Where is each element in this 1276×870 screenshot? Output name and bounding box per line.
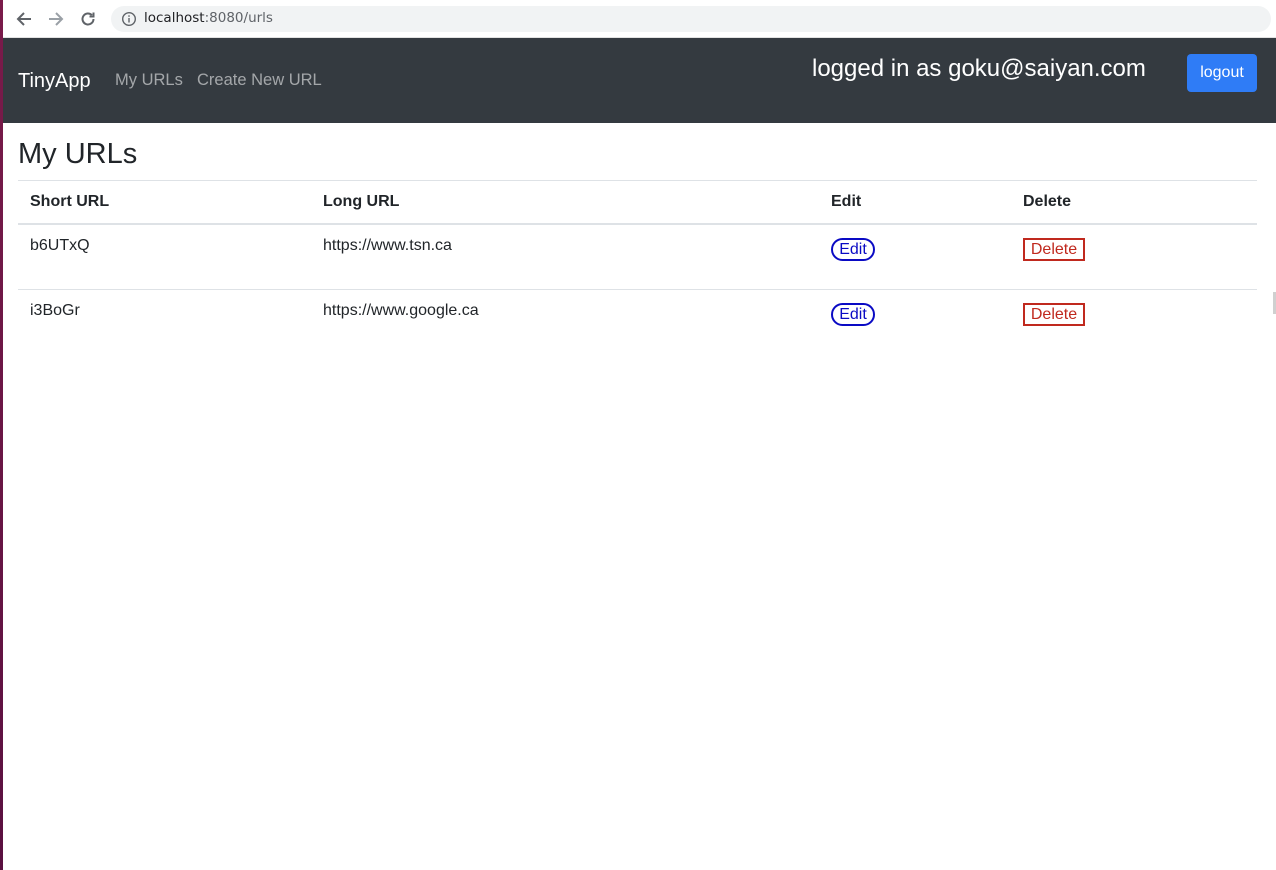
window-edge [0, 0, 3, 870]
reload-icon[interactable] [77, 8, 99, 30]
edit-button[interactable]: Edit [831, 303, 875, 326]
header-edit: Edit [831, 193, 862, 210]
info-icon[interactable] [121, 11, 137, 27]
url-host: localhost [144, 10, 205, 26]
logged-in-status: logged in as goku@saiyan.com [812, 55, 1146, 82]
url-text[interactable]: localhost:8080/urls [144, 10, 273, 26]
long-url-cell: https://www.tsn.ca [323, 237, 452, 254]
browser-window: localhost:8080/urls TinyApp My URLs Crea… [0, 0, 1276, 870]
app-navbar: TinyApp My URLs Create New URL logged in… [3, 38, 1276, 123]
header-long-url: Long URL [323, 193, 400, 210]
short-url-cell: b6UTxQ [30, 237, 90, 254]
nav-link-create-new-url[interactable]: Create New URL [197, 71, 322, 90]
table-row: i3BoGr https://www.google.ca Edit Delete [18, 290, 1257, 355]
edit-button[interactable]: Edit [831, 238, 875, 261]
header-delete: Delete [1023, 193, 1072, 210]
delete-button[interactable]: Delete [1023, 303, 1085, 326]
address-bar[interactable]: localhost:8080/urls [111, 6, 1271, 32]
header-short-url: Short URL [30, 193, 110, 210]
table-header-row: Short URL Long URL Edit Delete [18, 181, 1257, 225]
page-title: My URLs [18, 138, 138, 170]
logout-button[interactable]: logout [1187, 54, 1257, 92]
browser-toolbar: localhost:8080/urls [3, 0, 1276, 38]
delete-button[interactable]: Delete [1023, 238, 1085, 261]
urls-table: Short URL Long URL Edit Delete b6UTxQ ht… [18, 180, 1257, 355]
url-path: :8080/urls [204, 10, 273, 26]
nav-link-my-urls[interactable]: My URLs [115, 71, 183, 90]
long-url-cell: https://www.google.ca [323, 302, 479, 319]
back-arrow-icon[interactable] [13, 8, 35, 30]
table-row: b6UTxQ https://www.tsn.ca Edit Delete [18, 225, 1257, 290]
short-url-cell: i3BoGr [30, 302, 80, 319]
forward-arrow-icon[interactable] [45, 8, 67, 30]
brand-link[interactable]: TinyApp [18, 70, 91, 93]
